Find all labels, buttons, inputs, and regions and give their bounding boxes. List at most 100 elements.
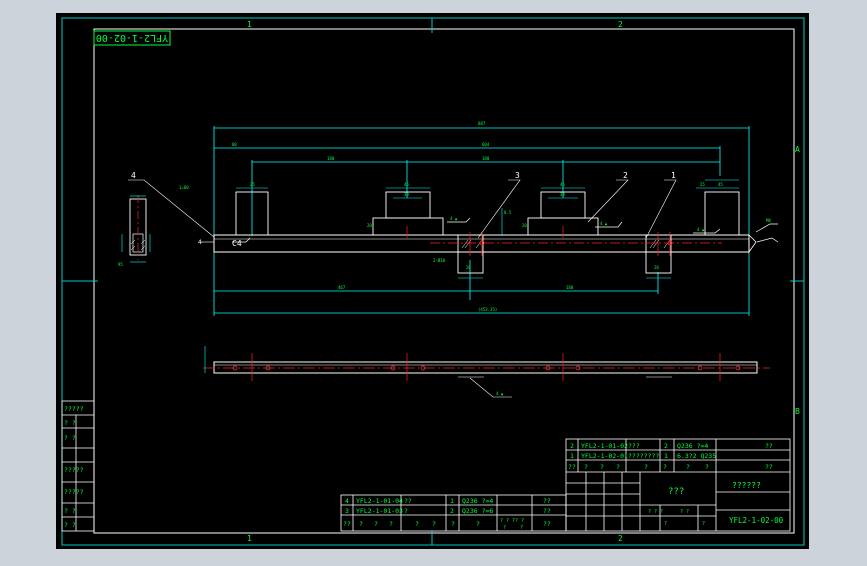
svg-text:2-Ø10: 2-Ø10: [433, 258, 446, 263]
svg-text:? ?: ? ?: [515, 518, 524, 524]
svg-text:?????: ?????: [64, 488, 84, 496]
zone-label-b: B: [795, 407, 800, 416]
tb-header-8: ??: [765, 463, 773, 471]
tb-header-2: ?: [600, 463, 604, 471]
svg-text:? ?: ? ?: [64, 419, 76, 427]
svg-text:20: 20: [367, 223, 372, 228]
bom-row4-qty: 1: [450, 497, 454, 505]
bom-row4-code: YFL2-1-01-04: [356, 497, 403, 505]
tb-right-name: ??????: [732, 481, 761, 490]
bom-row3-note: ??: [543, 507, 551, 515]
svg-text:?: ?: [432, 520, 436, 528]
svg-text:20: 20: [654, 265, 659, 270]
svg-text:180: 180: [566, 285, 574, 290]
tb-row1-no: 1: [570, 452, 574, 460]
svg-text:? ?: ? ?: [64, 521, 76, 529]
svg-text:30: 30: [404, 192, 409, 197]
tb-row2-note: ??: [765, 442, 773, 450]
zone-label-top-2: 2: [618, 20, 623, 29]
svg-text:45: 45: [718, 182, 723, 187]
balloon-1: 1: [671, 171, 676, 180]
tb-row1-name: ????????: [628, 452, 659, 460]
bom-row4-no: 4: [345, 497, 349, 505]
chamfer-label: C4: [232, 239, 242, 248]
tb-row1-code: YFL2-1-02-01: [581, 452, 628, 460]
tb-row2-code: YFL2-1-01-02: [581, 442, 628, 450]
svg-text:?: ?: [359, 520, 363, 528]
svg-text:?: ?: [415, 520, 419, 528]
svg-text:45: 45: [404, 182, 409, 187]
bom-row3-name: ?: [404, 507, 408, 515]
svg-text:?: ?: [476, 520, 480, 528]
svg-text:20: 20: [466, 265, 471, 270]
balloon-2: 2: [623, 171, 628, 180]
zone-label-bottom-1: 1: [247, 534, 252, 543]
svg-text:?????: ?????: [64, 405, 84, 413]
cad-viewport: 1 2 1 2 A B YFL2-1-02-00 887 80 604 180 …: [0, 0, 867, 562]
svg-text:45: 45: [560, 182, 565, 187]
svg-text:(453.35): (453.35): [478, 307, 497, 312]
drawing-paper: [56, 13, 809, 549]
svg-text:4 ▲: 4 ▲: [600, 221, 608, 226]
svg-text:?????: ?????: [64, 466, 84, 474]
tb-header-4: ?: [644, 463, 648, 471]
svg-text:25: 25: [700, 182, 705, 187]
svg-text:?: ?: [389, 520, 393, 528]
svg-text:180: 180: [327, 156, 335, 161]
tb-row2-no: 2: [570, 442, 574, 450]
tb-header-3: ?: [616, 463, 620, 471]
tb-center-name: ???: [668, 487, 684, 497]
bom-row3-no: 3: [345, 507, 349, 515]
svg-text:4 ▲: 4 ▲: [450, 216, 458, 221]
svg-text:25: 25: [250, 182, 255, 187]
tb-header-6: ?: [686, 463, 690, 471]
tb-header-0: ??: [568, 463, 576, 471]
tb-scale-2: ?: [664, 521, 667, 527]
bom-row3-qty: 2: [450, 507, 454, 515]
zone-label-a: A: [795, 145, 800, 154]
tb-header-7: ?: [705, 463, 709, 471]
zone-label-bottom-2: 2: [618, 534, 623, 543]
svg-text:8.5: 8.5: [504, 210, 512, 215]
zone-label-top-1: 1: [247, 20, 252, 29]
svg-text:?: ?: [520, 525, 523, 531]
svg-text:604: 604: [482, 142, 490, 147]
top-weld-text: 4 ▲: [496, 391, 504, 396]
tb-scale-3: ?: [702, 521, 705, 527]
tb-header-1: ?: [584, 463, 588, 471]
tb-row1-material: 6.3?2 Q235: [677, 452, 716, 460]
svg-text:95: 95: [118, 262, 123, 267]
tb-header-5: ?: [663, 463, 667, 471]
svg-text:?: ?: [451, 520, 455, 528]
svg-text:??: ??: [343, 520, 351, 528]
svg-text:M8: M8: [766, 218, 771, 223]
svg-text:? ?: ? ?: [64, 507, 76, 515]
bom-row3-code: YFL2-1-01-03: [356, 507, 403, 515]
svg-text:4 ▲: 4 ▲: [697, 227, 705, 232]
drawing-number-rotated: YFL2-1-02-00: [96, 32, 168, 43]
svg-text:80: 80: [232, 142, 237, 147]
tb-scale-1: ? ?: [680, 509, 689, 515]
svg-text:? ?: ? ?: [64, 434, 76, 442]
svg-text:?: ?: [503, 525, 506, 531]
balloon-3: 3: [515, 171, 520, 180]
bom-row4-name: ??: [404, 497, 412, 505]
svg-text:467: 467: [338, 285, 346, 290]
tb-row1-qty: 1: [664, 452, 668, 460]
left-mark: 4: [198, 239, 202, 246]
tb-row2-name: ???: [628, 442, 640, 450]
tb-scale-0: ? ? ?: [648, 509, 663, 515]
svg-text:180: 180: [482, 156, 490, 161]
bom-row4-note: ??: [543, 497, 551, 505]
svg-text:??: ??: [543, 520, 551, 528]
tb-row2-material: Q236 ?=4: [677, 442, 708, 450]
bom-row4-material: Q236 ?=4: [462, 497, 493, 505]
svg-text:1=80: 1=80: [179, 185, 189, 190]
svg-text:30: 30: [560, 192, 565, 197]
balloon-4: 4: [131, 171, 136, 180]
svg-text:20: 20: [522, 223, 527, 228]
svg-text:887: 887: [478, 121, 486, 126]
svg-text:? ? ?: ? ? ?: [500, 518, 515, 524]
tb-drawing-number: YFL2-1-02-00: [729, 516, 784, 525]
svg-text:?: ?: [374, 520, 378, 528]
